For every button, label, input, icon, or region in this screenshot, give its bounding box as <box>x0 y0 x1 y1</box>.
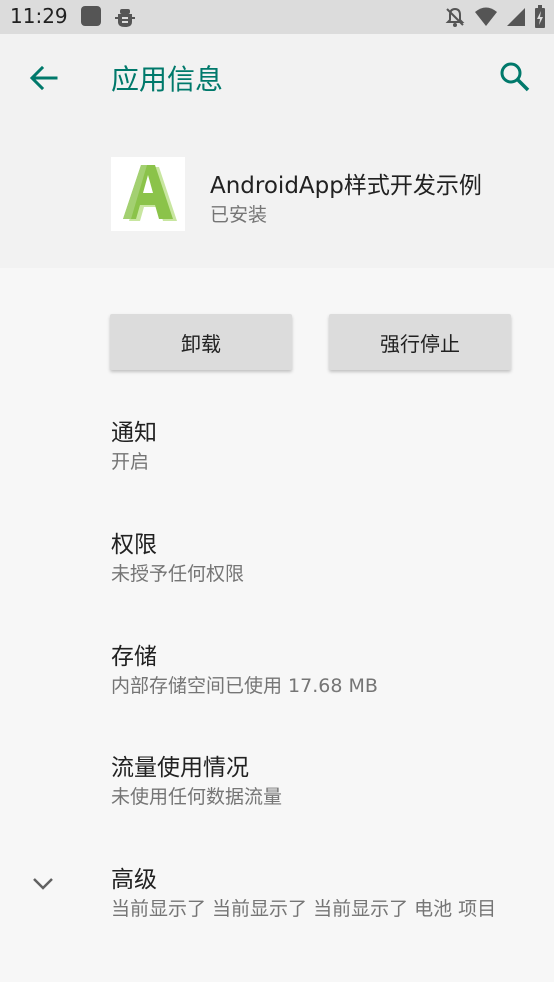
item-subtitle: 开启 <box>111 451 150 473</box>
permissions-item[interactable]: 权限 未授予任何权限 <box>0 525 554 625</box>
item-title: 权限 <box>111 532 157 558</box>
data-usage-item[interactable]: 流量使用情况 未使用任何数据流量 <box>0 748 554 848</box>
app-bar: 应用信息 <box>0 34 554 122</box>
advanced-item[interactable]: 高级 当前显示了 当前显示了 当前显示了 电池 项目 <box>0 860 554 960</box>
status-icons <box>444 5 546 33</box>
force-stop-button[interactable]: 强行停止 <box>329 314 511 370</box>
chevron-down-icon <box>30 870 56 896</box>
signal-icon <box>506 6 526 32</box>
battery-icon <box>534 5 546 33</box>
notifications-item[interactable]: 通知 开启 <box>0 413 554 513</box>
app-install-status: 已安装 <box>210 204 268 226</box>
wifi-icon <box>474 6 498 32</box>
arrow-back-icon[interactable] <box>26 60 62 96</box>
uninstall-button[interactable]: 卸载 <box>110 314 292 370</box>
bug-icon <box>113 5 137 33</box>
app-header: AndroidApp样式开发示例 已安装 <box>0 122 554 268</box>
item-subtitle: 当前显示了 当前显示了 当前显示了 电池 项目 <box>111 898 497 920</box>
item-title: 高级 <box>111 867 157 893</box>
app-logo <box>111 157 185 231</box>
storage-item[interactable]: 存储 内部存储空间已使用 17.68 MB <box>0 637 554 737</box>
item-title: 通知 <box>111 420 157 446</box>
status-bar: 11:29 <box>0 0 554 34</box>
item-title: 存储 <box>111 644 157 670</box>
item-subtitle: 内部存储空间已使用 17.68 MB <box>111 675 378 697</box>
app-name: AndroidApp样式开发示例 <box>210 173 482 199</box>
item-subtitle: 未授予任何权限 <box>111 563 245 585</box>
item-subtitle: 未使用任何数据流量 <box>111 786 283 808</box>
square-icon <box>80 5 102 31</box>
search-icon[interactable] <box>498 60 532 94</box>
app-info-content: 卸载 强行停止 通知 开启 权限 未授予任何权限 存储 内部存储空间已使用 17… <box>0 268 554 982</box>
status-time: 11:29 <box>10 4 68 28</box>
item-title: 流量使用情况 <box>111 755 249 781</box>
notifications-off-icon <box>444 6 466 32</box>
page-title: 应用信息 <box>111 63 224 96</box>
